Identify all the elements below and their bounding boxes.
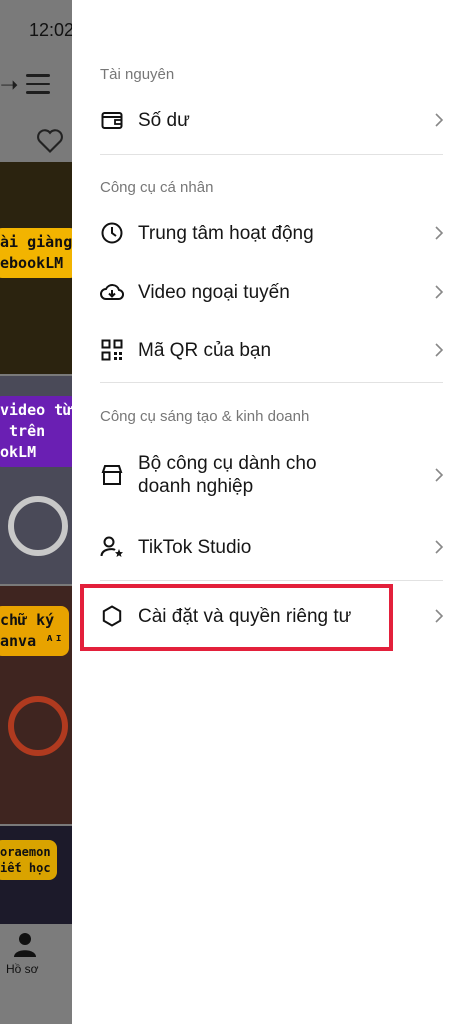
cloud-download-icon bbox=[100, 280, 124, 304]
menu-item-activity-center[interactable]: Trung tâm hoạt động bbox=[100, 221, 445, 245]
heart-icon bbox=[37, 129, 63, 153]
hamburger-menu-icon[interactable] bbox=[26, 74, 50, 94]
menu-item-label: TikTok Studio bbox=[138, 536, 252, 558]
wallet-icon bbox=[100, 108, 124, 132]
video-thumbnail[interactable]: chữ ký anva ᴬᴵ bbox=[0, 586, 72, 824]
bottom-nav-profile[interactable]: Hồ sơ bbox=[0, 924, 72, 1024]
qr-code-icon bbox=[100, 338, 124, 362]
menu-item-label: Bộ công cụ dành cho doanh nghiệp bbox=[138, 453, 317, 497]
section-title-resources: Tài nguyên bbox=[100, 66, 175, 83]
menu-item-offline-videos[interactable]: Video ngoại tuyến bbox=[100, 280, 445, 304]
menu-item-balance[interactable]: Số dư bbox=[100, 108, 445, 132]
highlight-box bbox=[80, 584, 393, 651]
section-title-personal-tools: Công cụ cá nhân bbox=[100, 179, 214, 196]
chevron-right-icon bbox=[435, 285, 444, 299]
profile-label: Hồ sơ bbox=[6, 962, 39, 976]
chevron-right-icon bbox=[435, 609, 444, 623]
menu-item-label: Số dư bbox=[138, 109, 190, 131]
menu-item-qr-code[interactable]: Mã QR của bạn bbox=[100, 338, 445, 362]
menu-item-label: Video ngoại tuyến bbox=[138, 281, 290, 303]
chevron-right-icon bbox=[435, 540, 444, 554]
decorative-circle bbox=[8, 496, 68, 556]
decorative-circle bbox=[8, 696, 68, 756]
divider bbox=[100, 382, 443, 383]
thumbnail-caption: video từ trên okLM bbox=[0, 396, 72, 467]
chevron-right-icon bbox=[435, 343, 444, 357]
menu-item-label: Mã QR của bạn bbox=[138, 339, 272, 361]
video-thumbnail[interactable]: oraemon iết học bbox=[0, 826, 72, 926]
video-thumbnail[interactable]: video từ trên okLM bbox=[0, 376, 72, 584]
menu-item-tiktok-studio[interactable]: TikTok Studio bbox=[100, 535, 445, 559]
chevron-right-icon bbox=[435, 113, 444, 127]
chevron-right-icon bbox=[435, 226, 444, 240]
thumbnail-caption: ài giàng ebookLM bbox=[0, 228, 72, 278]
clock-icon bbox=[100, 221, 124, 245]
divider bbox=[100, 580, 443, 581]
store-icon bbox=[100, 463, 124, 487]
menu-item-label: Trung tâm hoạt động bbox=[138, 222, 314, 244]
background-app: ➝ ài giàng ebookLM video từ trên okLM ch… bbox=[0, 0, 72, 1024]
side-drawer: Tài nguyên Số dư Công cụ cá nhân Trung t… bbox=[72, 0, 473, 1024]
divider bbox=[100, 154, 443, 155]
video-thumbnail[interactable]: ài giàng ebookLM bbox=[0, 162, 72, 374]
status-time: 12:02 bbox=[29, 20, 75, 40]
profile-icon bbox=[14, 933, 36, 957]
thumbnail-caption: chữ ký anva ᴬᴵ bbox=[0, 606, 70, 656]
menu-item-business-suite[interactable]: Bộ công cụ dành cho doanh nghiệp bbox=[100, 452, 445, 498]
section-title-creator-business-tools: Công cụ sáng tạo & kinh doanh bbox=[100, 408, 310, 425]
person-star-icon bbox=[100, 535, 124, 559]
chevron-right-icon bbox=[435, 468, 444, 482]
thumbnail-caption: oraemon iết học bbox=[0, 840, 57, 880]
arrow-icon: ➝ bbox=[0, 72, 19, 97]
